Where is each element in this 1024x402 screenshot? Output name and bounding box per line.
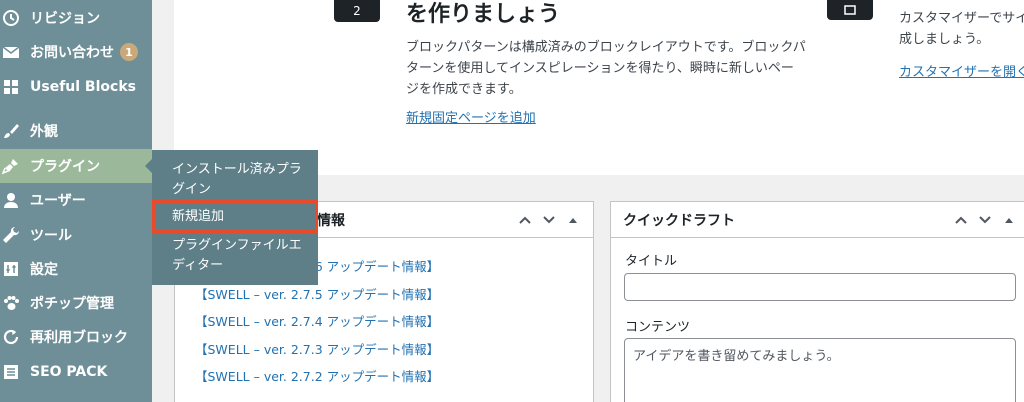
customizer-description-line-1: カスタマイザーでサイト <box>899 11 1024 26</box>
sidebar-item-revisions[interactable]: リビジョン <box>0 1 152 35</box>
move-up-icon[interactable] <box>953 212 969 228</box>
add-new-page-link[interactable]: 新規固定ページを追加 <box>406 107 536 126</box>
sidebar-item-plugins[interactable]: プラグイン <box>0 149 153 183</box>
user-icon <box>2 191 20 209</box>
draft-title-label: タイトル <box>625 254 678 269</box>
quick-draft-widget: クイックドラフト タイトル コンテンツ アイデアを書き留めてみましょう。 <box>610 201 1024 402</box>
paintbrush-icon <box>2 122 20 140</box>
sidebar-item-label: ポチップ管理 <box>30 296 114 312</box>
settings-icon <box>2 260 20 278</box>
sidebar-item-label: ツール <box>30 228 72 244</box>
quick-draft-header: クイックドラフト <box>611 202 1024 238</box>
mail-icon <box>2 43 20 61</box>
sidebar-item-users[interactable]: ユーザー <box>0 183 152 217</box>
sidebar-item-label: リビジョン <box>30 11 100 27</box>
sidebar-item-settings[interactable]: 設定 <box>0 252 152 286</box>
sidebar-item-label: 設定 <box>30 262 58 278</box>
welcome-panel: 2 を作りましょう ブロックパターンは構成済みのブロックレイアウトです。ブロック… <box>174 0 1024 175</box>
draft-content-textarea[interactable]: アイデアを書き留めてみましょう。 <box>624 338 1016 402</box>
collapse-toggle-icon[interactable] <box>1001 212 1017 228</box>
history-icon <box>2 9 20 27</box>
news-item-link[interactable]: 【SWELL – ver. 2.7.4 アップデート情報】 <box>195 308 439 336</box>
submenu-installed-plugins[interactable]: インストール済みプラグイン <box>152 160 318 200</box>
draft-title-input[interactable] <box>624 273 1016 301</box>
open-customizer-link[interactable]: カスタマイザーを開く <box>899 61 1024 80</box>
customizer-description: カスタマイザーでサイト 成しましょう。 <box>899 8 1024 50</box>
move-up-icon[interactable] <box>517 212 533 228</box>
sidebar-item-appearance[interactable]: 外観 <box>0 114 152 148</box>
layout-icon <box>827 0 873 20</box>
sidebar-item-label: SEO PACK <box>30 364 108 380</box>
count-badge: 1 <box>120 43 138 61</box>
sidebar-item-tools[interactable]: ツール <box>0 218 152 252</box>
sidebar-item-label: ユーザー <box>30 193 86 209</box>
sidebar-item-label: プラグイン <box>30 159 100 175</box>
draft-content-label: コンテンツ <box>625 320 691 335</box>
move-down-icon[interactable] <box>977 212 993 228</box>
seo-icon <box>2 363 20 381</box>
customizer-description-line-2: 成しましょう。 <box>899 32 990 47</box>
wrench-icon <box>2 226 20 244</box>
news-item-link[interactable]: 【SWELL – ver. 2.7.3 アップデート情報】 <box>195 336 439 364</box>
news-item-link[interactable]: 【SWELL – ver. 2.7.2 アップデート情報】 <box>195 363 439 391</box>
collapse-toggle-icon[interactable] <box>565 212 581 228</box>
sidebar-item-useful-blocks[interactable]: Useful Blocks <box>0 70 152 104</box>
paw-icon <box>2 294 20 312</box>
sidebar-item-pochipp[interactable]: ポチップ管理 <box>0 286 152 320</box>
sidebar-item-label: 再利用ブロック <box>30 330 128 346</box>
submenu-plugin-file-editor[interactable]: プラグインファイルエディター <box>152 236 318 276</box>
admin-sidebar: リビジョン お問い合わせ 1 Useful Blocks 外観 プラグイン ユー… <box>0 0 153 402</box>
welcome-description: ブロックパターンは構成済みのブロックレイアウトです。ブロックパターンを使用してイ… <box>406 40 806 97</box>
quick-draft-title: クイックドラフト <box>623 212 735 229</box>
sidebar-item-contact[interactable]: お問い合わせ 1 <box>0 35 152 69</box>
sidebar-item-seo-pack[interactable]: SEO PACK <box>0 355 152 389</box>
reuse-icon <box>2 328 20 346</box>
step-number-icon: 2 <box>334 0 380 22</box>
blocks-icon <box>2 78 20 96</box>
sidebar-item-label: Useful Blocks <box>30 79 136 95</box>
sidebar-item-label: 外観 <box>30 124 58 140</box>
submenu-add-new[interactable]: 新規追加 <box>152 200 318 233</box>
sidebar-item-label: お問い合わせ <box>30 45 114 61</box>
move-down-icon[interactable] <box>541 212 557 228</box>
plugins-submenu: インストール済みプラグイン 新規追加 プラグインファイルエディター <box>152 150 318 285</box>
sidebar-item-reusable-blocks[interactable]: 再利用ブロック <box>0 320 152 354</box>
welcome-heading: を作りましょう <box>406 2 561 27</box>
plugin-icon <box>2 157 20 175</box>
